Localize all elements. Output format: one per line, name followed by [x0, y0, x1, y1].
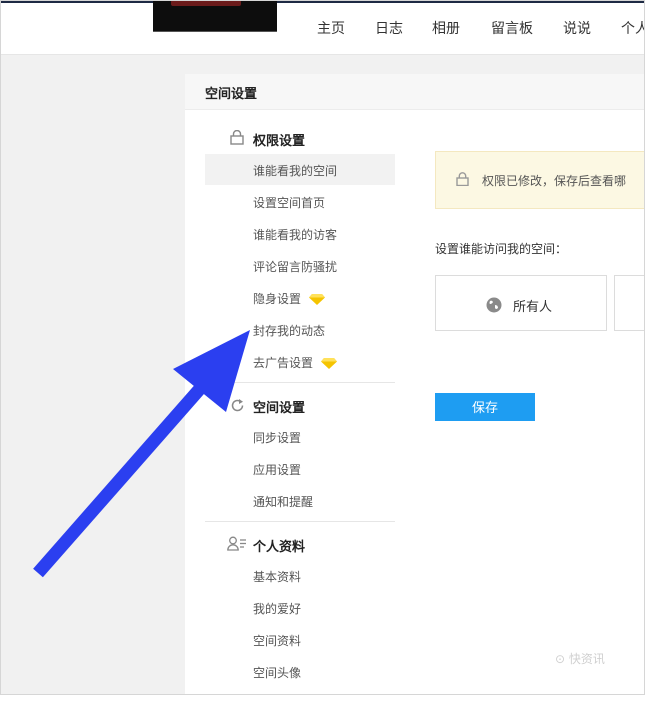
annotation-arrow [33, 330, 250, 578]
screenshot-frame: 主页 日志 相册 留言板 说说 个人 空间设置 权限设置 谁能看我的空间 设置空… [0, 0, 645, 695]
frame-shadow [645, 6, 656, 706]
frame-shadow [6, 695, 656, 706]
